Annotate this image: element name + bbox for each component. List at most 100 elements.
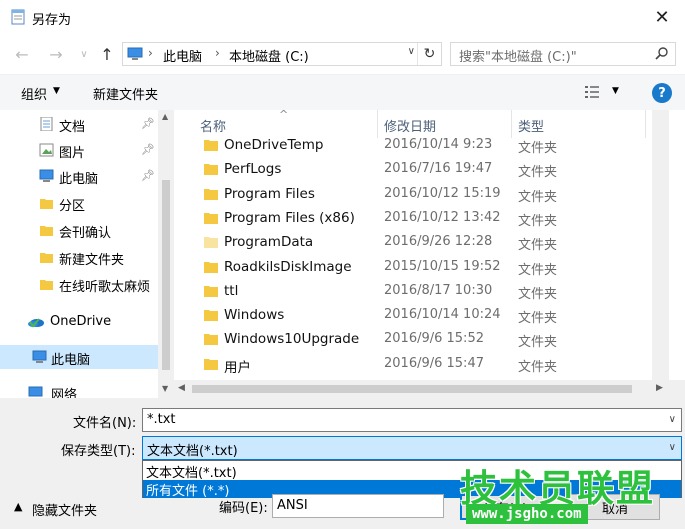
- file-row[interactable]: Windows 2016/10/14 10:24 文件夹: [174, 304, 652, 328]
- documents-icon: [40, 117, 53, 131]
- nav-item-pictures[interactable]: 图片 📌︎: [0, 138, 158, 162]
- search-placeholder: 搜索"本地磁盘 (C:)": [459, 50, 577, 65]
- forward-arrow-icon: →: [49, 44, 63, 64]
- breadcrumb-this-pc[interactable]: 此电脑: [163, 46, 202, 65]
- encoding-value: ANSI: [277, 498, 308, 513]
- file-type: 文件夹: [518, 213, 558, 229]
- file-list-pane: ^ 名称 修改日期 类型 大小 OneDriveTemp2016/10/14 9…: [174, 110, 685, 398]
- file-date: 2016/10/12 13:42: [384, 209, 501, 225]
- folder-icon: [40, 280, 53, 290]
- folder-icon: [204, 188, 218, 200]
- filetype-label: 保存类型(T):: [61, 444, 136, 459]
- view-options-icon[interactable]: [585, 85, 599, 99]
- refresh-button[interactable]: ↻: [417, 43, 441, 65]
- file-row[interactable]: RoadkilsDiskImage 2015/10/15 19:52 文件夹: [174, 256, 652, 280]
- scroll-left-icon[interactable]: ◀: [178, 383, 185, 393]
- file-row[interactable]: Program Files 2016/10/12 15:19 文件夹: [174, 183, 652, 207]
- nav-item-this-pc[interactable]: 此电脑: [0, 345, 158, 369]
- file-row[interactable]: 用户 2016/9/6 15:47 文件夹: [174, 353, 652, 377]
- notepad-icon: [11, 9, 25, 25]
- nav-item-new-folder[interactable]: 新建文件夹: [0, 245, 158, 269]
- network-icon: [28, 386, 43, 397]
- scroll-up-icon[interactable]: ▲: [162, 112, 168, 121]
- filetype-option-txt[interactable]: 文本文档(*.txt): [143, 462, 681, 481]
- file-type: 文件夹: [518, 286, 558, 302]
- filename-input[interactable]: *.txt ∨: [142, 408, 682, 432]
- recent-dropdown[interactable]: ∨: [74, 44, 94, 64]
- scroll-right-icon[interactable]: ▶: [656, 383, 663, 393]
- nav-scrollbar[interactable]: ▲ ▼: [158, 110, 174, 398]
- pictures-icon: [39, 143, 54, 157]
- folder-icon: [204, 334, 218, 346]
- address-dropdown-icon[interactable]: ∨: [408, 46, 415, 57]
- computer-icon: [39, 169, 54, 182]
- column-date[interactable]: 修改日期: [384, 116, 436, 135]
- chevron-down-icon: ▼: [53, 86, 60, 96]
- file-type: 文件夹: [518, 359, 558, 375]
- folder-icon: [204, 164, 218, 176]
- file-type: 文件夹: [518, 165, 558, 181]
- address-bar[interactable]: › 此电脑 › 本地磁盘 (C:) ∨ ↻: [122, 42, 442, 66]
- organize-menu[interactable]: 组织: [21, 84, 47, 103]
- nav-item-label: 分区: [59, 199, 86, 214]
- chevron-down-icon: ∨: [80, 48, 88, 60]
- close-icon: ✕: [654, 6, 670, 28]
- cancel-button[interactable]: 取消: [570, 494, 660, 520]
- window-title: 另存为: [32, 13, 72, 28]
- scrollbar-corner: [669, 380, 685, 398]
- file-row[interactable]: ttl 2016/8/17 10:30 文件夹: [174, 280, 652, 304]
- refresh-icon: ↻: [423, 46, 436, 62]
- file-date: 2016/9/6 15:47: [384, 355, 484, 371]
- file-row[interactable]: ProgramData 2016/9/26 12:28 文件夹: [174, 231, 652, 255]
- filetype-select[interactable]: 文本文档(*.txt) ∨: [142, 436, 682, 460]
- nav-item-label: 会刊确认: [59, 226, 112, 241]
- view-dropdown-icon[interactable]: ▼: [612, 86, 619, 96]
- scrollbar-thumb[interactable]: [192, 385, 632, 393]
- nav-item-partition[interactable]: 分区: [0, 191, 158, 215]
- folder-icon: [204, 212, 218, 224]
- column-name[interactable]: 名称: [200, 116, 226, 135]
- close-button[interactable]: ✕: [639, 0, 685, 34]
- navigation-bar: ← → ∨ ↑ › 此电脑 › 本地磁盘 (C:) ∨ ↻ 搜索"本地磁盘 (C…: [0, 34, 685, 74]
- up-arrow-icon: ↑: [100, 44, 114, 64]
- file-type: 文件夹: [518, 238, 558, 254]
- file-type: 文件夹: [518, 335, 558, 351]
- file-name: ttl: [224, 282, 239, 299]
- back-button[interactable]: ←: [12, 44, 32, 64]
- breadcrumb-local-disk[interactable]: 本地磁盘 (C:): [229, 46, 309, 65]
- nav-item-this-pc-pinned[interactable]: 此电脑 📌︎: [0, 164, 158, 188]
- file-horizontal-scrollbar[interactable]: ◀ ▶: [174, 380, 669, 398]
- chevron-down-icon[interactable]: ∨: [669, 414, 676, 425]
- save-button[interactable]: 保存(S): [460, 494, 550, 520]
- nav-item-label: 此电脑: [51, 353, 91, 368]
- file-row[interactable]: PerfLogs 2016/7/16 19:47 文件夹: [174, 158, 652, 182]
- help-button[interactable]: ?: [652, 83, 672, 103]
- column-type[interactable]: 类型: [518, 116, 544, 135]
- file-date: 2015/10/15 19:52: [384, 258, 501, 274]
- nav-item-folder[interactable]: 在线听歌太麻烦: [0, 272, 158, 296]
- nav-item-label: 新建文件夹: [59, 253, 125, 268]
- nav-item-documents[interactable]: 文档 📌︎: [0, 112, 158, 136]
- search-icon: [655, 47, 668, 60]
- new-folder-button[interactable]: 新建文件夹: [93, 84, 158, 103]
- computer-icon: [127, 47, 143, 60]
- nav-item-onedrive[interactable]: OneDrive: [0, 310, 158, 334]
- file-row[interactable]: Windows10Upgrade 2016/9/6 15:52 文件夹: [174, 328, 652, 352]
- folder-icon: [40, 253, 53, 263]
- file-name: Program Files (x86): [224, 209, 355, 226]
- chevron-down-icon[interactable]: ∨: [669, 442, 676, 453]
- file-row[interactable]: Program Files (x86) 2016/10/12 13:42 文件夹: [174, 207, 652, 231]
- help-icon: ?: [658, 85, 666, 101]
- up-button[interactable]: ↑: [97, 44, 117, 64]
- file-row[interactable]: OneDriveTemp 2016/10/14 9:23 文件夹: [174, 134, 652, 158]
- forward-button[interactable]: →: [46, 44, 66, 64]
- encoding-select[interactable]: ANSI: [272, 494, 444, 518]
- file-date: 2016/10/14 9:23: [384, 137, 493, 152]
- file-vertical-scrollbar[interactable]: [652, 110, 669, 380]
- search-input[interactable]: 搜索"本地磁盘 (C:)": [450, 42, 676, 66]
- pin-icon: 📌︎: [141, 143, 155, 156]
- nav-item-folder[interactable]: 会刊确认: [0, 218, 158, 242]
- scroll-down-icon[interactable]: ▼: [162, 384, 168, 393]
- nav-item-network[interactable]: 网络: [0, 380, 158, 398]
- scrollbar-thumb[interactable]: [162, 180, 170, 370]
